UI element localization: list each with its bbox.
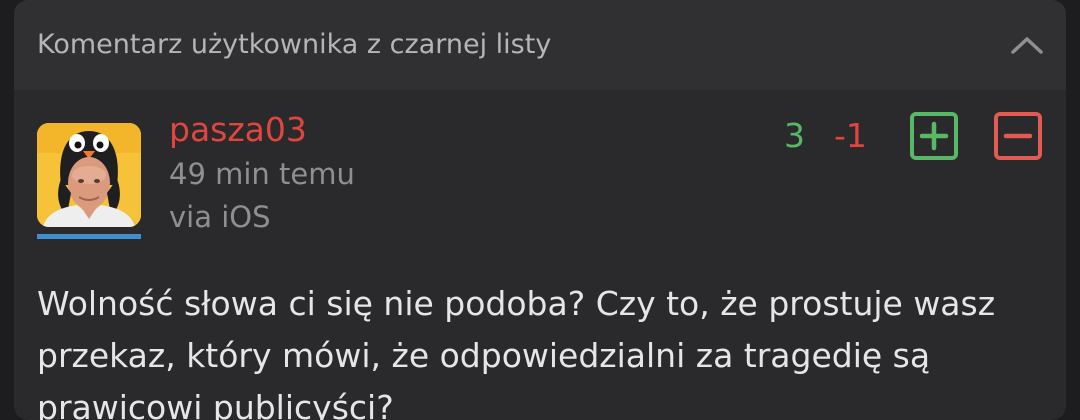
- comment-time: 49 min temu: [169, 157, 355, 191]
- plus-square-icon[interactable]: [910, 112, 958, 160]
- minus-square-icon[interactable]: [994, 112, 1042, 160]
- upvote-count: 3: [784, 116, 805, 155]
- chevron-up-icon[interactable]: [1010, 30, 1044, 60]
- comment-source: via iOS: [169, 200, 271, 234]
- blacklisted-comment-card: Komentarz użytkownika z czarnej listy pa…: [14, 0, 1066, 420]
- comment-author[interactable]: pasza03: [169, 110, 307, 149]
- avatar[interactable]: [37, 123, 141, 227]
- header-title: Komentarz użytkownika z czarnej listy: [37, 29, 552, 60]
- comment-body: Wolność słowa ci się nie podoba? Czy to,…: [37, 284, 996, 420]
- avatar-underline: [37, 234, 141, 239]
- downvote-count: -1: [834, 116, 867, 155]
- comment-header[interactable]: Komentarz użytkownika z czarnej listy: [14, 0, 1066, 90]
